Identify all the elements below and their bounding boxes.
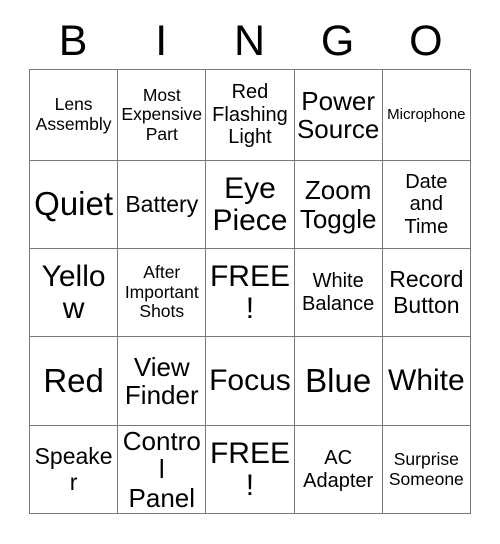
header-letter-i: I	[155, 17, 168, 65]
bingo-cell-b2[interactable]: Quiet	[28, 160, 119, 249]
bingo-cell-b5[interactable]: Speaker	[28, 425, 119, 514]
bingo-cell-label: Eye Piece	[212, 171, 288, 237]
bingo-cell-i4[interactable]: View Finder	[117, 336, 207, 426]
bingo-cell-i2[interactable]: Battery	[117, 160, 207, 249]
bingo-cell-label: Zoom Toggle	[299, 175, 377, 234]
bingo-header-row: B I N G O	[29, 14, 470, 69]
bingo-cell-o3[interactable]: Record Button	[381, 248, 471, 337]
bingo-cell-g2[interactable]: Zoom Toggle	[293, 160, 383, 249]
bingo-cell-b4[interactable]: Red	[28, 336, 119, 426]
bingo-cell-n4[interactable]: Focus	[205, 336, 295, 426]
bingo-cell-i5[interactable]: Control Panel	[117, 425, 207, 514]
bingo-cell-label: AC Adapter	[303, 447, 374, 492]
bingo-cell-n2[interactable]: Eye Piece	[205, 160, 295, 249]
bingo-cell-label: Focus	[209, 364, 291, 398]
bingo-cell-label: Record Button	[389, 266, 464, 318]
bingo-cell-i1[interactable]: Most Expensive Part	[117, 69, 207, 161]
bingo-cell-label: After Important Shots	[124, 262, 199, 322]
bingo-card: B I N G O Lens Assembly Most Expensive P…	[0, 0, 500, 544]
bingo-cell-label: Lens Assembly	[35, 94, 112, 134]
bingo-cell-label: FREE!	[209, 436, 290, 502]
bingo-row-2: Quiet Battery Eye Piece Zoom Toggle Date…	[28, 160, 471, 249]
bingo-cell-label: Red	[43, 361, 104, 399]
bingo-cell-n3-free[interactable]: FREE!	[205, 248, 295, 337]
bingo-cell-label: Blue	[305, 361, 372, 399]
bingo-cell-o4[interactable]: White	[381, 336, 471, 426]
bingo-cell-label: Control Panel	[122, 426, 201, 513]
bingo-cell-label: Quiet	[34, 185, 114, 223]
bingo-cell-o5[interactable]: Surprise Someone	[381, 425, 471, 514]
bingo-cell-i3[interactable]: After Important Shots	[117, 248, 207, 337]
bingo-cell-label: Speaker	[34, 443, 113, 495]
bingo-cell-o2[interactable]: Date and Time	[381, 160, 471, 249]
bingo-cell-label: Yellow	[41, 259, 106, 325]
header-letter-o: O	[409, 17, 443, 65]
bingo-cell-g1[interactable]: Power Source	[293, 69, 383, 161]
bingo-cell-b1[interactable]: Lens Assembly	[28, 69, 119, 161]
header-letter-b: B	[58, 17, 88, 65]
bingo-cell-n5-free[interactable]: FREE!	[205, 425, 295, 514]
bingo-cell-b3[interactable]: Yellow	[28, 248, 119, 337]
bingo-cell-label: Red Flashing Light	[212, 81, 288, 149]
bingo-row-1: Lens Assembly Most Expensive Part Red Fl…	[28, 69, 471, 161]
bingo-cell-o1[interactable]: Microphone	[381, 69, 471, 161]
bingo-cell-n1[interactable]: Red Flashing Light	[205, 69, 295, 161]
bingo-cell-label: Battery	[125, 190, 199, 217]
bingo-cell-g5[interactable]: AC Adapter	[293, 425, 383, 514]
bingo-cell-label: Microphone	[387, 105, 466, 123]
header-letter-n: N	[233, 17, 265, 65]
bingo-cell-label: White	[388, 364, 465, 398]
bingo-row-3: Yellow After Important Shots FREE! White…	[28, 248, 471, 337]
bingo-cell-label: View Finder	[124, 351, 199, 410]
bingo-cell-g3[interactable]: White Balance	[293, 248, 383, 337]
header-letter-g: G	[320, 17, 355, 65]
bingo-cell-label: White Balance	[302, 270, 375, 315]
bingo-cell-label: Power Source	[296, 85, 380, 144]
bingo-grid: Lens Assembly Most Expensive Part Red Fl…	[28, 69, 471, 514]
bingo-row-5: Speaker Control Panel FREE! AC Adapter S…	[28, 425, 471, 514]
bingo-cell-label: Date and Time	[404, 170, 449, 238]
bingo-row-4: Red View Finder Focus Blue White	[28, 336, 471, 426]
bingo-cell-label: Surprise Someone	[388, 448, 464, 489]
bingo-cell-label: FREE!	[209, 259, 290, 325]
bingo-cell-g4[interactable]: Blue	[293, 336, 383, 426]
bingo-cell-label: Most Expensive Part	[121, 84, 203, 144]
